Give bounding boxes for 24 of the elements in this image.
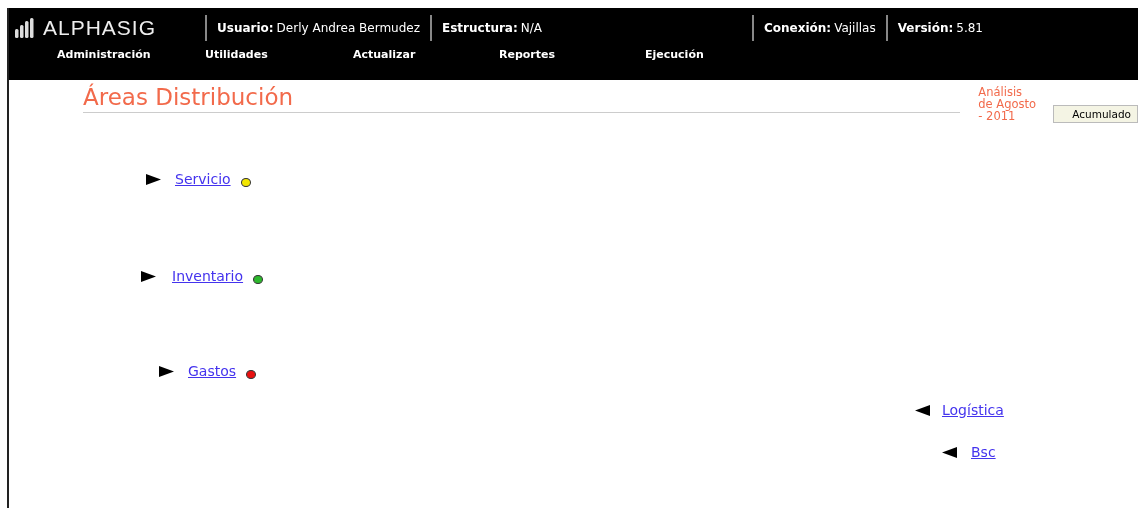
left-arrow-icon xyxy=(915,404,930,416)
area-link[interactable]: Bsc xyxy=(971,444,996,460)
right-arrow-icon xyxy=(159,365,174,377)
bars-logo-icon xyxy=(15,18,37,38)
menu-item[interactable]: Actualizar xyxy=(353,48,499,61)
header-info: Versión: 5.81 xyxy=(885,15,993,41)
menu-item[interactable]: Utilidades xyxy=(205,48,353,61)
area-link[interactable]: Servicio xyxy=(175,171,231,187)
page-title: Áreas Distribución xyxy=(83,84,295,110)
area-link[interactable]: Gastos xyxy=(188,363,237,379)
period-label: Análisis de Agosto - 2011 xyxy=(978,86,1038,122)
header-info: Estructura: N/A xyxy=(430,15,552,41)
menu-item[interactable]: Administración xyxy=(57,48,205,61)
header-info: Conexión: Vajillas xyxy=(752,15,886,41)
area-link[interactable]: Logística xyxy=(942,402,1004,418)
menu-item[interactable]: Ejecución xyxy=(645,48,791,61)
accumulated-button[interactable]: Acumulado xyxy=(1053,105,1138,123)
menu-item[interactable]: Reportes xyxy=(499,48,645,61)
left-arrow-icon xyxy=(942,446,957,458)
header-info: Usuario: Derly Andrea Bermudez xyxy=(205,15,430,41)
right-arrow-icon xyxy=(141,270,156,282)
right-arrow-icon xyxy=(146,173,161,185)
logo-text: ALPHASIG xyxy=(43,16,157,40)
area-link[interactable]: Inventario xyxy=(172,268,244,284)
